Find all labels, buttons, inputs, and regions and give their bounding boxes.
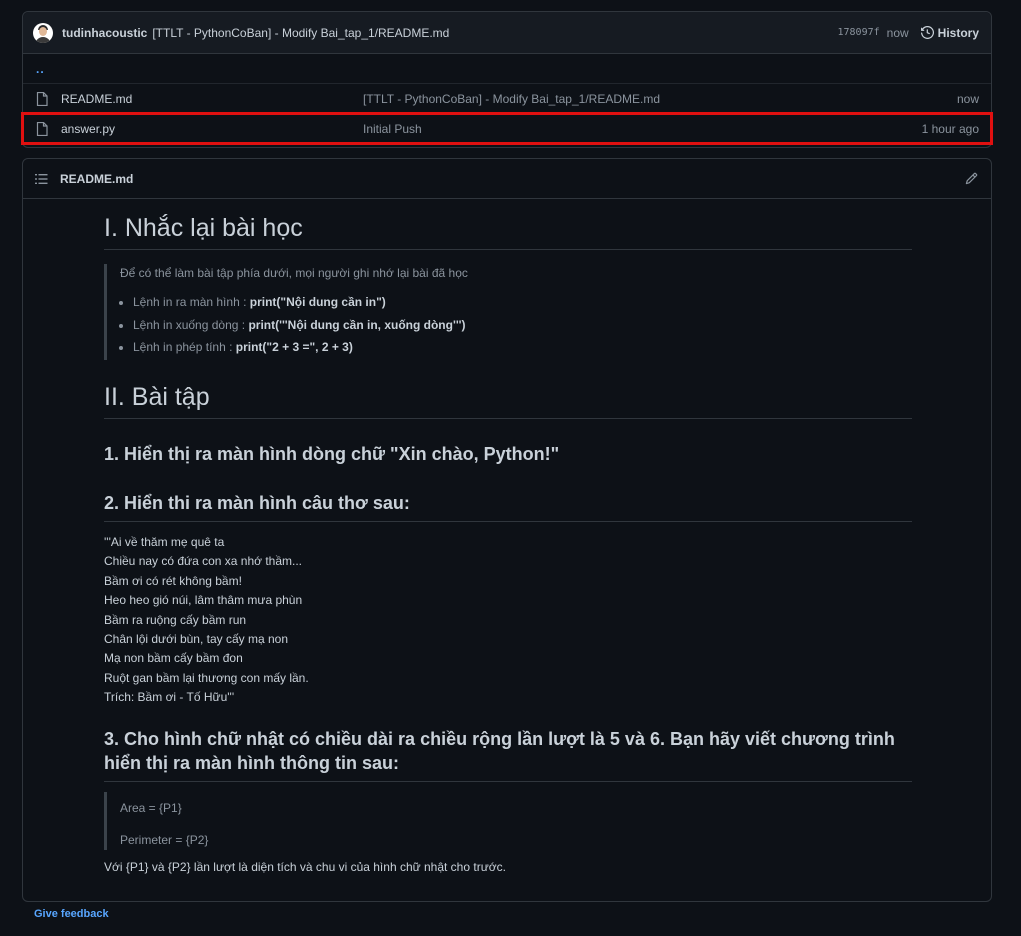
readme-box: README.md I. Nhắc lại bài học Để có thể …: [22, 158, 992, 902]
list-item: Lệnh in ra màn hình : print("Nội dung cầ…: [133, 291, 468, 314]
poem-text: '''Ai về thăm mẹ quê ta Chiều nay có đứa…: [104, 533, 309, 708]
history-button[interactable]: History: [920, 25, 979, 40]
file-commit-message[interactable]: Initial Push: [363, 122, 922, 136]
history-label: History: [937, 25, 979, 40]
readme-header: README.md: [23, 159, 991, 199]
output-blockquote: Area = {P1} Perimeter = {P2}: [104, 792, 208, 850]
parent-directory-link[interactable]: ..: [36, 62, 45, 76]
poem-line: '''Ai về thăm mẹ quê ta: [104, 535, 225, 549]
list-item: Lệnh in phép tính : print("2 + 3 =", 2 +…: [133, 336, 468, 359]
give-feedback-link[interactable]: Give feedback: [34, 908, 109, 920]
poem-line: Chân lội dưới bùn, tay cấy mạ non: [104, 632, 289, 647]
list-item: Lệnh in xuống dòng : print('''Nội dung c…: [133, 314, 468, 337]
exercise-3-heading: 3. Cho hình chữ nhật có chiều dài ra chi…: [104, 727, 912, 782]
heading-review: I. Nhắc lại bài học: [104, 214, 912, 250]
file-row[interactable]: answer.py Initial Push 1 hour ago: [23, 114, 991, 144]
exercise-3-note: Với {P1} và {P2} lần lượt là diện tích v…: [104, 860, 506, 874]
file-name-link[interactable]: answer.py: [61, 122, 363, 136]
commit-message[interactable]: [TTLT - PythonCoBan] - Modify Bai_tap_1/…: [152, 26, 449, 40]
poem-line: Heo heo gió núi, lâm thâm mưa phùn: [104, 593, 303, 608]
exercise-2-heading: 2. Hiển thi ra màn hình câu thơ sau:: [104, 491, 912, 522]
commit-time: now: [886, 25, 909, 40]
file-commit-message[interactable]: [TTLT - PythonCoBan] - Modify Bai_tap_1/…: [363, 92, 957, 106]
poem-line: Mạ non bầm cấy bầm đon: [104, 651, 243, 666]
outline-icon[interactable]: [35, 173, 48, 185]
readme-title: README.md: [60, 171, 134, 186]
poem-line: Chiều nay có đứa con xa nhớ thầm...: [104, 554, 303, 569]
file-icon: [36, 122, 50, 136]
exercise-1-heading: 1. Hiển thị ra màn hình dòng chữ "Xin ch…: [104, 444, 560, 464]
latest-commit-bar: tudinhacoustic [TTLT - PythonCoBan] - Mo…: [23, 12, 991, 54]
file-list-box: tudinhacoustic [TTLT - PythonCoBan] - Mo…: [22, 11, 992, 148]
file-icon: [36, 91, 50, 106]
edit-pencil-icon[interactable]: [965, 172, 978, 185]
poem-line: Trích: Bầm ơi - Tố Hữu''': [104, 690, 235, 705]
file-row[interactable]: README.md [TTLT - PythonCoBan] - Modify …: [23, 84, 991, 114]
poem-line: Bầm ra ruộng cấy bầm run: [104, 612, 247, 627]
review-blockquote: Để có thể làm bài tập phía dưới, mọi ngư…: [104, 264, 468, 360]
heading-exercises: II. Bài tập: [104, 383, 912, 419]
area-text: Area = {P1}: [120, 801, 182, 815]
commit-sha[interactable]: 178097f: [837, 27, 879, 38]
poem-line: Bầm ơi có rét không bầm!: [104, 573, 242, 588]
commit-author[interactable]: tudinhacoustic: [62, 26, 147, 40]
review-list: Lệnh in ra màn hình : print("Nội dung cầ…: [120, 291, 468, 359]
review-intro: Để có thể làm bài tập phía dưới, mọi ngư…: [120, 266, 468, 280]
avatar[interactable]: [33, 22, 53, 43]
file-commit-time: now: [956, 91, 979, 106]
poem-line: Ruột gan bầm lại thương con mấy lần.: [104, 670, 309, 685]
perimeter-text: Perimeter = {P2}: [120, 833, 209, 847]
history-icon: [920, 26, 934, 39]
parent-directory-row[interactable]: ..: [23, 54, 991, 84]
file-commit-time: 1 hour ago: [921, 122, 979, 136]
file-name-link[interactable]: README.md: [61, 92, 363, 106]
